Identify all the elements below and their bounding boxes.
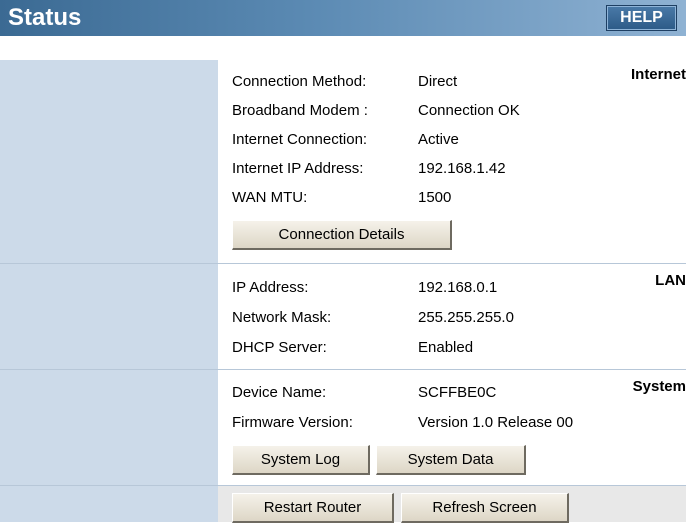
info-value: Active [418, 131, 459, 148]
internet-label: Internet [630, 66, 686, 83]
info-key: WAN MTU: [232, 189, 308, 206]
info-key: Firmware Version: [232, 414, 353, 431]
page-title: Status [8, 4, 82, 31]
system-log-button[interactable]: System Log [232, 445, 370, 475]
section-label-column [0, 264, 218, 369]
info-key: Internet Connection: [232, 131, 368, 148]
info-value: SCFFBE0C [418, 384, 497, 401]
status-page: Status HELP Internet Connection Method: … [0, 0, 686, 523]
connection-details-button[interactable]: Connection Details [232, 220, 452, 250]
status-header: Status HELP [0, 0, 686, 36]
info-value: Connection OK [418, 102, 520, 119]
info-value: Version 1.0 Release 00 [418, 414, 574, 431]
info-key: DHCP Server: [232, 339, 327, 356]
help-button[interactable]: HELP [606, 5, 677, 31]
section-label-column [0, 370, 218, 485]
system-label: System [632, 378, 686, 395]
info-value: 192.168.0.1 [418, 279, 498, 296]
restart-router-button[interactable]: Restart Router [232, 493, 394, 523]
info-key: Network Mask: [232, 309, 332, 326]
info-key: Device Name: [232, 384, 327, 401]
lan-section: LAN [0, 264, 686, 369]
info-value: Enabled [418, 339, 474, 356]
info-key: IP Address: [232, 279, 309, 296]
info-value: 255.255.255.0 [418, 309, 514, 326]
info-key: Broadband Modem : [232, 102, 368, 119]
section-label-column [0, 486, 218, 522]
info-value: 192.168.1.42 [418, 160, 506, 177]
section-label-column [0, 60, 218, 263]
info-key: Internet IP Address: [232, 160, 364, 177]
info-key: Connection Method: [232, 73, 367, 90]
system-data-button[interactable]: System Data [376, 445, 526, 475]
refresh-screen-button[interactable]: Refresh Screen [401, 493, 569, 523]
info-value: 1500 [418, 189, 452, 206]
info-value: Direct [418, 73, 458, 90]
lan-label: LAN [655, 272, 686, 289]
